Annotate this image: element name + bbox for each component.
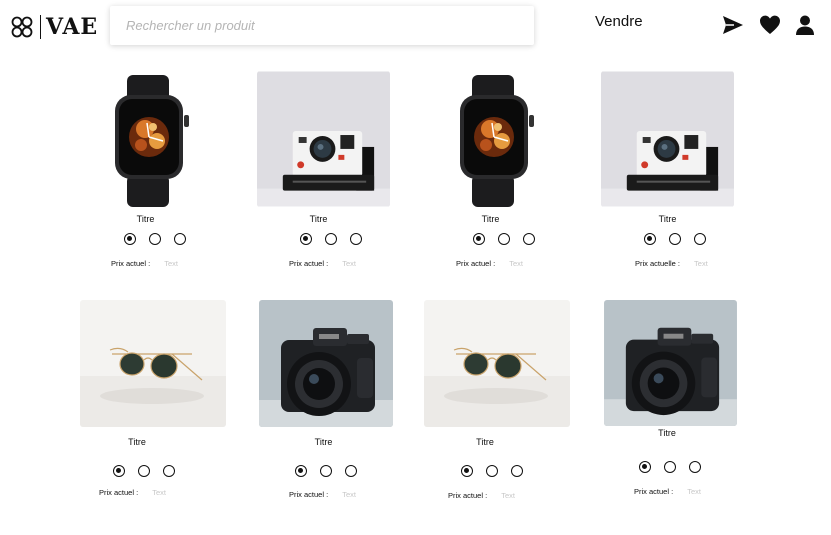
- product-image-dslr-camera[interactable]: [259, 300, 393, 427]
- option-radio[interactable]: [669, 233, 681, 245]
- option-selector: [473, 233, 548, 245]
- option-radio[interactable]: [350, 233, 362, 245]
- top-bar: VAE Vendre: [0, 0, 831, 50]
- option-radio[interactable]: [644, 233, 656, 245]
- option-radio[interactable]: [473, 233, 485, 245]
- price-value: Text: [501, 491, 515, 500]
- price-label: Prix actuel :: [456, 259, 496, 268]
- product-title: Titre: [658, 428, 676, 438]
- price-label: Prix actuel :: [99, 488, 139, 497]
- price-value: Text: [694, 259, 708, 268]
- product-image-instant-camera[interactable]: [601, 71, 734, 207]
- product-title: Titre: [128, 437, 146, 447]
- price-label: Prix actuel :: [289, 490, 329, 499]
- price-label: Prix actuel :: [111, 259, 151, 268]
- product-image-smartwatch[interactable]: [422, 71, 556, 207]
- option-selector: [644, 233, 719, 245]
- product-title: Titre: [136, 214, 155, 224]
- option-radio[interactable]: [295, 465, 307, 477]
- option-radio[interactable]: [511, 465, 523, 477]
- product-title: Titre: [309, 214, 328, 224]
- price-row: Prix actuel : Text: [456, 259, 523, 268]
- option-radio[interactable]: [300, 233, 312, 245]
- price-label: Prix actuelle :: [635, 259, 681, 268]
- option-radio[interactable]: [689, 461, 701, 473]
- price-row: Prix actuel : Text: [634, 487, 701, 496]
- price-value: Text: [164, 259, 178, 268]
- price-row: Prix actuel : Text: [111, 259, 178, 268]
- product-title: Titre: [658, 214, 677, 224]
- price-row: Prix actuelle : Text: [635, 259, 708, 268]
- product-image-sunglasses[interactable]: [424, 300, 570, 427]
- option-radio[interactable]: [325, 233, 337, 245]
- logo[interactable]: VAE: [10, 14, 98, 40]
- option-radio[interactable]: [498, 233, 510, 245]
- option-radio[interactable]: [113, 465, 125, 477]
- price-value: Text: [342, 490, 356, 499]
- price-row: Prix actuel : Text: [289, 490, 356, 499]
- option-radio[interactable]: [163, 465, 175, 477]
- product-title: Titre: [481, 214, 500, 224]
- option-selector: [461, 465, 536, 477]
- product-image-instant-camera[interactable]: [257, 71, 390, 207]
- option-selector: [124, 233, 199, 245]
- price-value: Text: [687, 487, 701, 496]
- logo-text: VAE: [46, 14, 99, 40]
- send-icon[interactable]: [722, 14, 744, 36]
- product-title: Titre: [314, 437, 333, 447]
- search-input[interactable]: [110, 6, 534, 45]
- product-image-dslr-camera[interactable]: [604, 300, 737, 426]
- option-radio[interactable]: [124, 233, 136, 245]
- option-radio[interactable]: [523, 233, 535, 245]
- option-radio[interactable]: [461, 465, 473, 477]
- heart-icon[interactable]: [759, 14, 781, 36]
- option-selector: [639, 461, 714, 473]
- product-title: Titre: [476, 437, 494, 447]
- option-radio[interactable]: [174, 233, 186, 245]
- price-row: Prix actuel : Text: [99, 488, 166, 497]
- product-image-smartwatch[interactable]: [77, 71, 211, 207]
- price-value: Text: [509, 259, 523, 268]
- price-value: Text: [152, 488, 166, 497]
- logo-mark-icon: [11, 16, 33, 38]
- option-radio[interactable]: [345, 465, 357, 477]
- option-radio[interactable]: [664, 461, 676, 473]
- price-label: Prix actuel :: [634, 487, 674, 496]
- option-radio[interactable]: [486, 465, 498, 477]
- user-icon[interactable]: [795, 14, 815, 36]
- price-label: Prix actuel :: [289, 259, 329, 268]
- sell-link[interactable]: Vendre: [595, 13, 643, 30]
- price-row: Prix actuel : Text: [448, 491, 515, 500]
- product-image-sunglasses[interactable]: [80, 300, 226, 427]
- option-selector: [300, 233, 375, 245]
- price-label: Prix actuel :: [448, 491, 488, 500]
- price-value: Text: [342, 259, 356, 268]
- option-selector: [113, 465, 188, 477]
- option-radio[interactable]: [639, 461, 651, 473]
- option-radio[interactable]: [149, 233, 161, 245]
- logo-divider: [40, 15, 41, 39]
- option-radio[interactable]: [320, 465, 332, 477]
- option-selector: [295, 465, 370, 477]
- option-radio[interactable]: [138, 465, 150, 477]
- price-row: Prix actuel : Text: [289, 259, 356, 268]
- option-radio[interactable]: [694, 233, 706, 245]
